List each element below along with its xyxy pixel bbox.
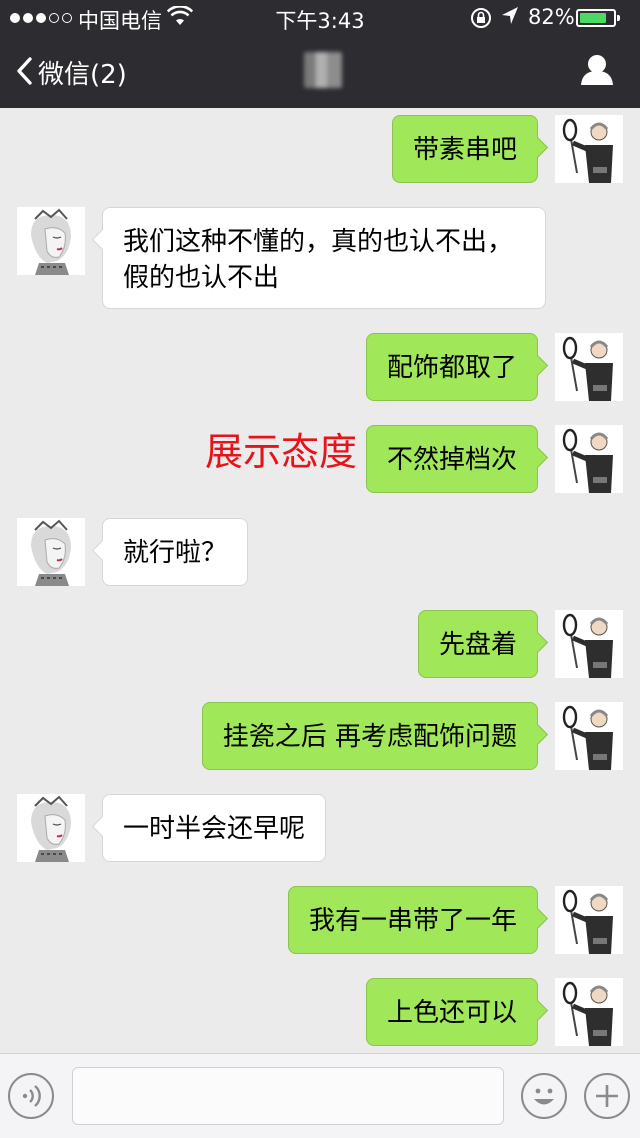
message-bubble[interactable]: 不然掉档次 — [365, 425, 538, 493]
avatar[interactable] — [555, 886, 623, 954]
input-bar — [0, 1053, 640, 1138]
location-arrow-icon — [500, 5, 520, 32]
avatar[interactable] — [555, 425, 623, 493]
chevron-left-icon — [16, 56, 32, 89]
message-bubble[interactable]: 先盘着 — [417, 610, 538, 678]
avatar[interactable] — [555, 115, 623, 183]
battery-fill — [580, 13, 607, 23]
message-bubble[interactable]: 挂瓷之后 再考虑配饰问题 — [201, 702, 538, 770]
avatar[interactable] — [555, 978, 623, 1046]
message-bubble[interactable]: 带素串吧 — [391, 115, 538, 183]
avatar[interactable] — [555, 702, 623, 770]
message-bubble[interactable]: 上色还可以 — [365, 978, 538, 1046]
message-bubble[interactable]: 我有一串带了一年 — [287, 886, 538, 954]
emoji-icon[interactable] — [521, 1073, 567, 1119]
rotation-lock-icon — [470, 7, 492, 34]
nav-bar: 微信(2) — [0, 36, 640, 108]
message-bubble[interactable]: 就行啦？ — [102, 518, 249, 586]
avatar[interactable] — [17, 207, 85, 275]
message-input[interactable] — [72, 1067, 504, 1125]
message-bubble[interactable]: 配饰都取了 — [365, 333, 538, 401]
message-bubble[interactable]: 我们这种不懂的，真的也认不出， 假的也认不出 — [102, 207, 546, 309]
avatar[interactable] — [17, 518, 85, 586]
chat-title-pixelated — [304, 52, 342, 88]
avatar[interactable] — [555, 333, 623, 401]
status-bar: 中国电信 下午3:43 82% — [0, 0, 640, 36]
battery-percent: 82% — [528, 5, 575, 29]
chat-area[interactable]: 带素串吧 我们这种不懂的，真的也认不出， 假的也认不出 配饰都取了 展示态度 不… — [0, 108, 640, 1053]
battery-icon — [576, 9, 620, 27]
voice-icon[interactable] — [8, 1073, 54, 1119]
avatar[interactable] — [17, 794, 85, 862]
red-annotation: 展示态度 — [205, 430, 358, 474]
back-button[interactable]: 微信(2) — [16, 54, 127, 91]
message-bubble[interactable]: 一时半会还早呢 — [102, 794, 327, 862]
avatar[interactable] — [555, 610, 623, 678]
top-bar: 中国电信 下午3:43 82% 微信(2) — [0, 0, 640, 108]
plus-icon[interactable] — [584, 1073, 630, 1119]
back-label: 微信(2) — [38, 60, 127, 90]
person-icon[interactable] — [580, 54, 614, 90]
